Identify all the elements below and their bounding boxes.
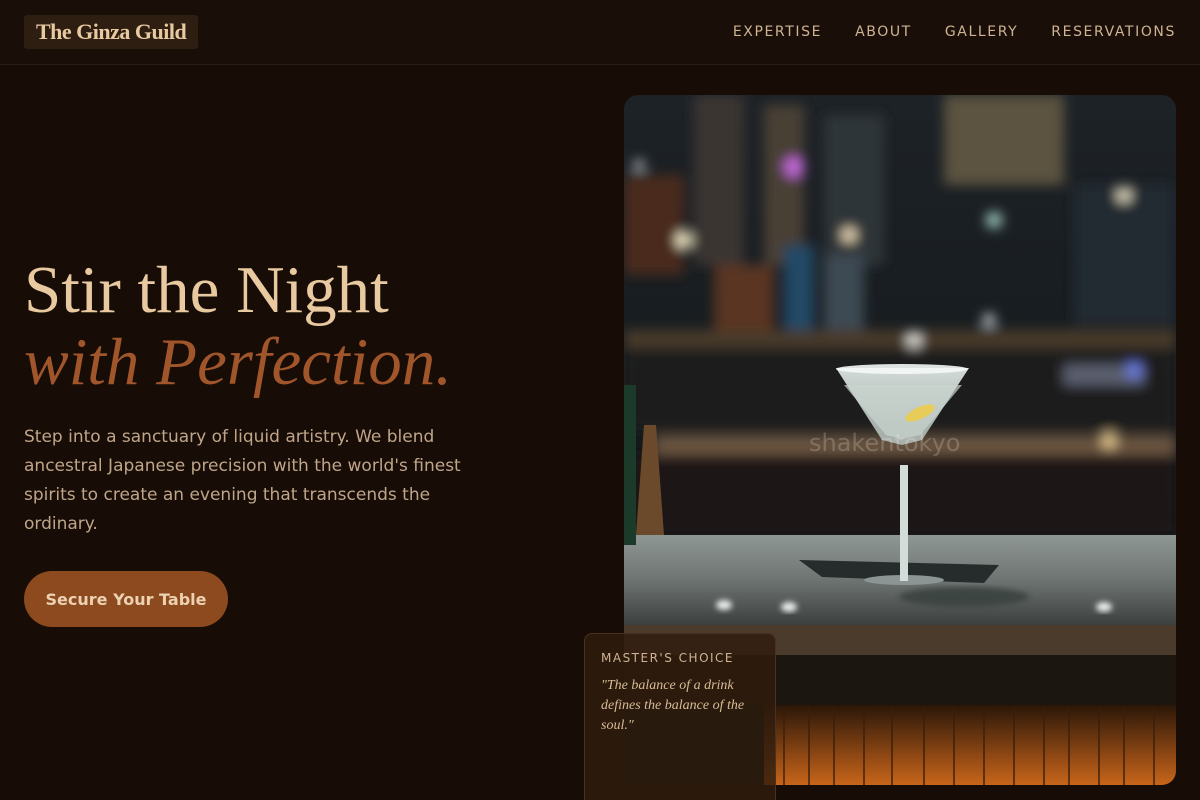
photo-watermark: shakentokyo bbox=[809, 429, 960, 457]
site-header: The Ginza Guild EXPERTISE ABOUT GALLERY … bbox=[0, 0, 1200, 65]
hero-title: Stir the Night with Perfection. bbox=[24, 254, 452, 398]
masters-choice-card: MASTER'S CHOICE "The balance of a drink … bbox=[584, 633, 776, 800]
hero-title-line1: Stir the Night bbox=[24, 253, 389, 327]
nav-link-about[interactable]: ABOUT bbox=[855, 24, 912, 40]
nav-link-reservations[interactable]: RESERVATIONS bbox=[1051, 24, 1176, 40]
brand-logo[interactable]: The Ginza Guild bbox=[24, 15, 199, 49]
main-nav: EXPERTISE ABOUT GALLERY RESERVATIONS bbox=[733, 0, 1176, 64]
hero-description: Step into a sanctuary of liquid artistry… bbox=[24, 427, 461, 534]
hero-title-line2: with Perfection. bbox=[24, 325, 452, 399]
secure-table-button[interactable]: Secure Your Table bbox=[24, 571, 228, 627]
masters-choice-label: MASTER'S CHOICE bbox=[601, 651, 735, 665]
nav-link-gallery[interactable]: GALLERY bbox=[945, 24, 1018, 40]
nav-link-expertise[interactable]: EXPERTISE bbox=[733, 24, 822, 40]
masters-choice-quote: "The balance of a drink defines the bala… bbox=[601, 678, 745, 733]
